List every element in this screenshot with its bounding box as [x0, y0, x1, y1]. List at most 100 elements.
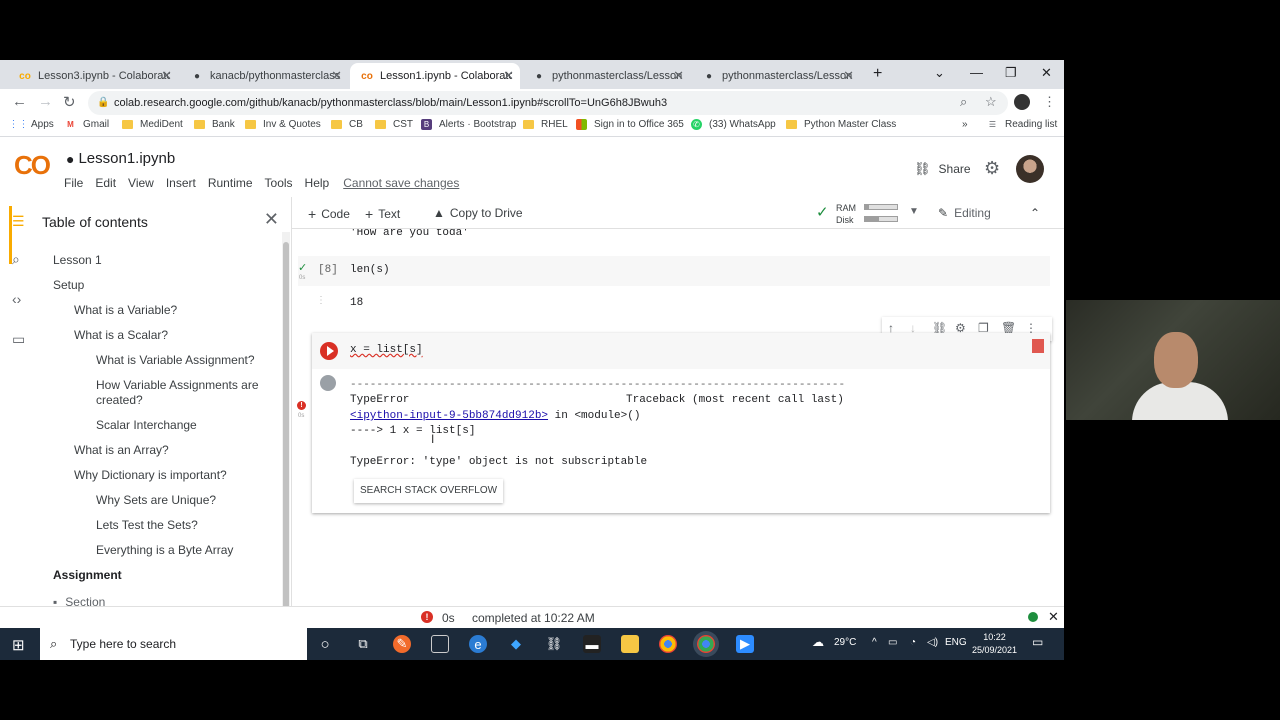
volume-icon[interactable]: ◁) — [927, 637, 938, 648]
vscode-icon[interactable]: ◆ — [507, 635, 525, 653]
toc-icon[interactable]: ☰ — [12, 213, 25, 230]
reload-icon[interactable]: ↻ — [63, 93, 76, 111]
more-icon[interactable]: ⋮ — [1043, 94, 1056, 110]
taskbar-search-input[interactable]: ⌕ Type here to search — [40, 628, 307, 660]
bookmark-bank[interactable]: Bank — [194, 119, 235, 130]
windows-start-icon[interactable]: ⊞ — [12, 636, 25, 654]
more-bookmarks-icon[interactable]: » — [962, 119, 968, 130]
close-tab-icon[interactable]: ✕ — [843, 68, 854, 84]
share-button[interactable]: ⛓ Share — [914, 161, 971, 177]
bookmark-python-master-class[interactable]: Python Master Class — [786, 119, 896, 130]
taskbar-clock[interactable]: 10:22 25/09/2021 — [972, 631, 1017, 657]
restore-icon[interactable]: ❐ — [1005, 65, 1017, 81]
toc-item-byte-array[interactable]: Everything is a Byte Array — [96, 543, 274, 558]
menu-edit[interactable]: Edit — [95, 176, 116, 190]
close-window-icon[interactable]: ✕ — [1041, 65, 1052, 81]
profile-icon[interactable] — [1014, 94, 1030, 110]
bookmark-office365[interactable]: Sign in to Office 365 — [576, 119, 684, 130]
tray-chevron-icon[interactable]: ^ — [872, 637, 877, 648]
output-menu-icon[interactable]: ⋮ — [316, 295, 326, 306]
chrome-active-icon[interactable] — [697, 635, 715, 653]
weather-cloud-icon[interactable]: ☁ — [812, 635, 824, 649]
status-text[interactable]: completed at 10:22 AM — [472, 611, 595, 625]
settings-gear-icon[interactable]: ⚙ — [984, 158, 1000, 179]
cell-input-area[interactable]: x = list[s] — [312, 333, 1050, 369]
toc-item-setup[interactable]: Setup — [53, 278, 84, 293]
tab-github-lesson3[interactable]: ● pythonmasterclass/Lesson3.i ✕ — [522, 63, 690, 89]
toc-item-test-sets[interactable]: Lets Test the Sets? — [96, 518, 274, 533]
close-tab-icon[interactable]: ✕ — [331, 68, 342, 84]
search-icon[interactable]: ⌕ — [12, 251, 20, 268]
collapse-header-icon[interactable]: ⌃ — [1030, 206, 1040, 220]
close-tab-icon[interactable]: ✕ — [161, 68, 172, 84]
cannot-save-link[interactable]: Cannot save changes — [343, 176, 459, 190]
ipython-input-link[interactable]: <ipython-input-9-5bb874dd912b> — [350, 410, 548, 422]
add-text-button[interactable]: + Text — [365, 206, 400, 222]
zoom-app-icon[interactable]: ▶ — [736, 635, 754, 653]
close-tab-icon[interactable]: ✕ — [673, 68, 684, 84]
menu-runtime[interactable]: Runtime — [208, 176, 253, 190]
app-brave-icon[interactable]: ✎ — [393, 635, 411, 653]
zoom-icon[interactable]: ⌕ — [960, 94, 967, 110]
bookmark-apps[interactable]: ⋮⋮ Apps — [9, 119, 54, 130]
chrome-icon[interactable] — [659, 635, 677, 653]
toc-scrollbar-thumb[interactable] — [283, 242, 289, 612]
toc-item-scalar[interactable]: What is a Scalar? — [74, 328, 168, 343]
app-network-icon[interactable]: ⛓ — [545, 635, 563, 653]
menu-help[interactable]: Help — [305, 176, 330, 190]
toc-item-assignment[interactable]: Assignment — [53, 568, 122, 583]
run-cell-button[interactable] — [320, 342, 338, 360]
reading-list-button[interactable]: ☰ Reading list — [987, 119, 1057, 130]
menu-view[interactable]: View — [128, 176, 154, 190]
close-status-icon[interactable]: ✕ — [1048, 609, 1059, 625]
task-view-icon[interactable]: ⧉ — [354, 635, 372, 653]
tab-github-repo[interactable]: ● kanacb/pythonmasterclass: C ✕ — [180, 63, 348, 89]
bookmark-gmail[interactable]: M Gmail — [65, 119, 109, 130]
colab-logo[interactable]: CO — [14, 150, 51, 181]
toc-item-lesson-1[interactable]: Lesson 1 — [53, 253, 102, 268]
tab-lesson1-colab[interactable]: co Lesson1.ipynb - Colaboratory ✕ — [350, 63, 520, 89]
close-icon[interactable]: ✕ — [264, 209, 279, 230]
copy-to-drive-button[interactable]: ▲ Copy to Drive — [433, 206, 523, 220]
code-snippets-icon[interactable]: ‹› — [12, 291, 21, 307]
toc-scrollbar[interactable] — [282, 232, 290, 652]
app-window-icon[interactable] — [431, 635, 449, 653]
menu-tools[interactable]: Tools — [265, 176, 293, 190]
tray-wifi-icon[interactable]: ◔ — [910, 637, 916, 648]
ram-disk-indicator[interactable]: RAM Disk — [836, 202, 856, 226]
tab-github-lesson2[interactable]: ● pythonmasterclass/Lesson2.i ✕ — [692, 63, 860, 89]
input-language[interactable]: ENG — [945, 637, 967, 648]
search-stack-overflow-button[interactable]: SEARCH STACK OVERFLOW — [354, 479, 504, 503]
new-tab-icon[interactable]: + — [873, 65, 882, 83]
tab-search-icon[interactable]: ⌄ — [934, 65, 945, 81]
editing-mode-button[interactable]: ✎ Editing — [938, 206, 991, 220]
bookmark-alerts-bootstrap[interactable]: B Alerts · Bootstrap — [421, 119, 516, 130]
bookmark-cb[interactable]: CB — [331, 119, 363, 130]
bookmark-inv-quotes[interactable]: Inv & Quotes — [245, 119, 321, 130]
avatar[interactable] — [1016, 155, 1044, 183]
minimize-icon[interactable]: — — [970, 65, 983, 80]
forward-icon[interactable]: → — [38, 93, 53, 110]
notebook-title[interactable]: ● Lesson1.ipynb — [66, 150, 175, 167]
bookmark-rhel[interactable]: RHEL — [523, 119, 568, 130]
bookmark-star-icon[interactable]: ☆ — [985, 94, 997, 110]
files-folder-icon[interactable]: ▭ — [12, 331, 25, 348]
app-edge-icon[interactable]: e — [469, 635, 487, 653]
toc-item-dictionary[interactable]: Why Dictionary is important? — [74, 468, 227, 483]
address-bar[interactable]: 🔒 colab.research.google.com/github/kanac… — [88, 91, 1008, 115]
bookmark-medident[interactable]: MediDent — [122, 119, 183, 130]
code-cell-9[interactable]: x = list[s] ----------------------------… — [312, 333, 1050, 513]
cell-code[interactable]: len(s) — [350, 264, 390, 276]
code-cell-8[interactable]: ✓ 0s [8] len(s) — [298, 256, 1050, 286]
toc-item-array[interactable]: What is an Array? — [74, 443, 169, 458]
weather-temp[interactable]: 29°C — [834, 637, 856, 648]
add-code-button[interactable]: + Code — [308, 206, 350, 222]
bookmark-cst[interactable]: CST — [375, 119, 413, 130]
tray-network-icon[interactable]: ▭ — [888, 637, 897, 648]
file-explorer-icon[interactable] — [621, 635, 639, 653]
tab-lesson3-colab[interactable]: co Lesson3.ipynb - Colaboratory ✕ — [8, 63, 178, 89]
toc-item-how-assignments[interactable]: How Variable Assignments are created? — [96, 378, 274, 408]
resources-dropdown-icon[interactable]: ▼ — [909, 206, 919, 217]
toc-item-variable-assignment[interactable]: What is Variable Assignment? — [96, 353, 274, 368]
close-tab-icon[interactable]: ✕ — [503, 68, 514, 84]
